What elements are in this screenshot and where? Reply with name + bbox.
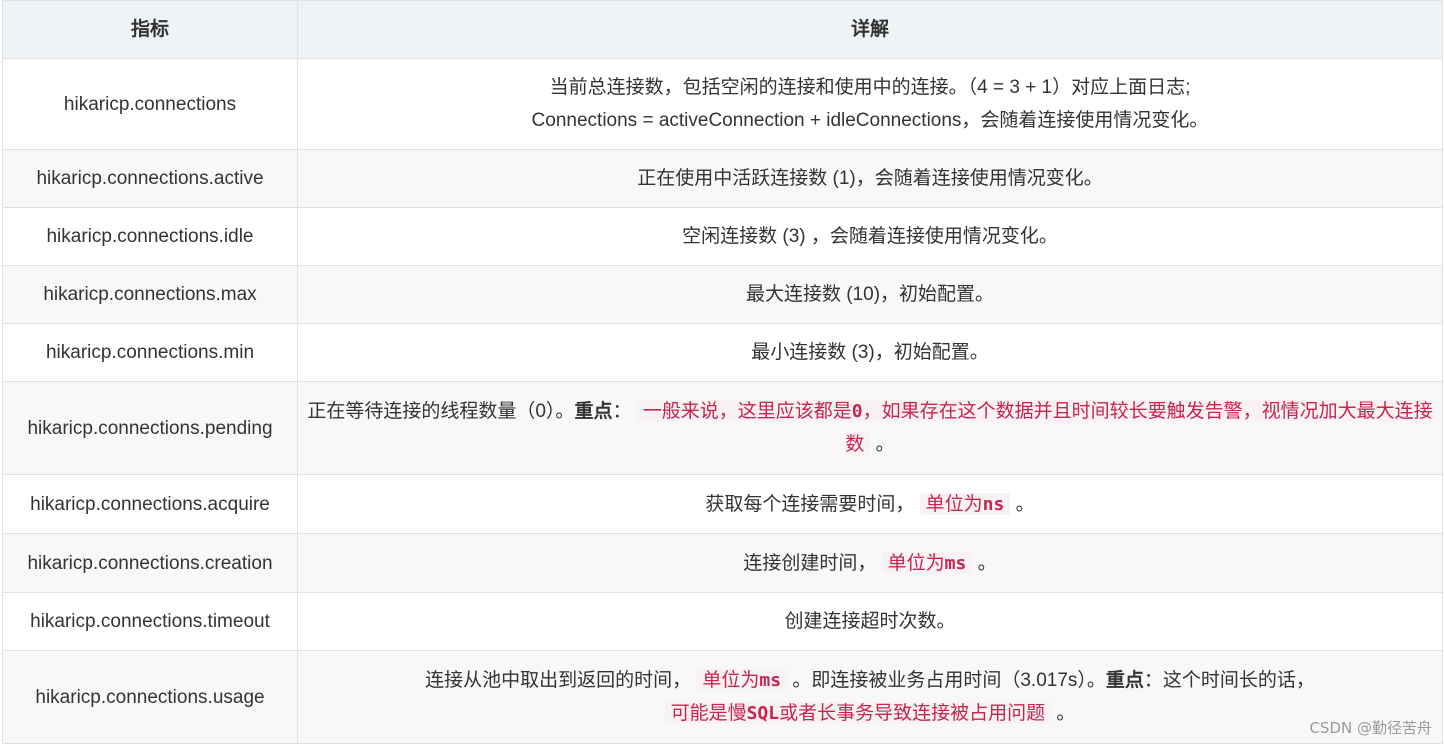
detail-text: 。 bbox=[870, 434, 895, 455]
table-row: hikaricp.connections.min 最小连接数 (3)，初始配置。 bbox=[2, 323, 1443, 382]
column-header-detail: 详解 bbox=[297, 0, 1443, 59]
metric-detail: 当前总连接数，包括空闲的连接和使用中的连接。（4 = 3 + 1）对应上面日志;… bbox=[297, 58, 1443, 150]
highlight-note: 一般来说，这里应该都是0，如果存在这个数据并且时间较长要触发告警，视情况加大最大… bbox=[636, 400, 1433, 455]
metric-detail: 正在使用中活跃连接数 (1)，会随着连接使用情况变化。 bbox=[297, 149, 1443, 208]
metric-name: hikaricp.connections.idle bbox=[2, 207, 298, 266]
detail-text: ：这个时间长的话， bbox=[1143, 670, 1315, 691]
highlight-text: 单位为 bbox=[702, 669, 760, 691]
table-row: hikaricp.connections 当前总连接数，包括空闲的连接和使用中的… bbox=[2, 58, 1443, 150]
highlight-text: ，如果存在这个数据并且时间较长要触发告警，视情况加大最大连接数 bbox=[845, 400, 1433, 455]
detail-text: 获取每个连接需要时间， bbox=[705, 493, 915, 515]
inline-code: ms bbox=[944, 552, 967, 574]
highlight-note: 单位为ns bbox=[919, 492, 1011, 515]
metric-detail: 最大连接数 (10)，初始配置。 bbox=[297, 265, 1443, 324]
detail-line: 当前总连接数，包括空闲的连接和使用中的连接。（4 = 3 + 1）对应上面日志; bbox=[549, 77, 1191, 98]
metric-name: hikaricp.connections.pending bbox=[2, 381, 298, 475]
table-row: hikaricp.connections.active 正在使用中活跃连接数 (… bbox=[2, 149, 1443, 208]
table-row: hikaricp.connections.max 最大连接数 (10)，初始配置… bbox=[2, 265, 1443, 324]
metric-name: hikaricp.connections.creation bbox=[2, 533, 298, 593]
metric-name: hikaricp.connections bbox=[2, 58, 298, 150]
highlight-text: 可能是慢 bbox=[670, 702, 747, 724]
highlight-text: 单位为 bbox=[887, 551, 945, 574]
metric-detail: 连接创建时间， 单位为ms 。 bbox=[297, 533, 1443, 593]
inline-code: ms bbox=[759, 670, 782, 691]
detail-text: 。 bbox=[1010, 493, 1035, 515]
table-row: hikaricp.connections.idle 空闲连接数 (3) ，会随着… bbox=[2, 207, 1443, 266]
table-row: hikaricp.connections.acquire 获取每个连接需要时间，… bbox=[2, 474, 1443, 534]
detail-text: 。 bbox=[1051, 703, 1076, 724]
detail-line: Connections = activeConnection + idleCon… bbox=[531, 110, 1209, 131]
csdn-watermark: CSDN @勤径苦舟 bbox=[1309, 719, 1432, 737]
detail-text: 。 bbox=[972, 552, 997, 574]
metric-detail: 正在等待连接的线程数量（0）。重点： 一般来说，这里应该都是0，如果存在这个数据… bbox=[297, 381, 1443, 475]
metric-detail: 最小连接数 (3)，初始配置。 bbox=[297, 323, 1443, 382]
highlight-text: 一般来说，这里应该都是 bbox=[642, 400, 852, 422]
emphasis-label: 重点 bbox=[1105, 670, 1144, 691]
inline-code: 0 bbox=[851, 401, 863, 422]
metric-name: hikaricp.connections.min bbox=[2, 323, 298, 382]
detail-text: ： bbox=[612, 401, 632, 422]
highlight-note: 单位为ms bbox=[696, 669, 788, 691]
detail-text: 连接从池中取出到返回的时间， bbox=[425, 670, 692, 691]
metric-detail: 获取每个连接需要时间， 单位为ns 。 bbox=[297, 474, 1443, 534]
inline-code: ns bbox=[982, 493, 1005, 515]
metric-name: hikaricp.connections.max bbox=[2, 265, 298, 324]
highlight-note: 单位为ms bbox=[881, 551, 973, 574]
highlight-text: 单位为 bbox=[925, 492, 983, 515]
metric-detail: 空闲连接数 (3) ，会随着连接使用情况变化。 bbox=[297, 207, 1443, 266]
metric-name: hikaricp.connections.acquire bbox=[2, 474, 298, 534]
column-header-metric: 指标 bbox=[2, 0, 298, 59]
inline-code: SQL bbox=[746, 703, 780, 724]
detail-line: 连接从池中取出到返回的时间， 单位为ms 。即连接被业务占用时间（3.017s）… bbox=[306, 664, 1434, 697]
table-header-row: 指标 详解 bbox=[2, 0, 1443, 59]
detail-text: 。即连接被业务占用时间（3.017s）。 bbox=[787, 670, 1106, 691]
emphasis-label: 重点 bbox=[574, 401, 613, 422]
highlight-text: 或者长事务导致连接被占用问题 bbox=[779, 702, 1046, 724]
metric-name: hikaricp.connections.active bbox=[2, 149, 298, 208]
metric-detail: 创建连接超时次数。 bbox=[297, 592, 1443, 651]
metric-name: hikaricp.connections.usage bbox=[2, 650, 298, 744]
table-row: hikaricp.connections.timeout 创建连接超时次数。 bbox=[2, 592, 1443, 651]
highlight-note: 可能是慢SQL或者长事务导致连接被占用问题 bbox=[664, 702, 1052, 724]
detail-line: 可能是慢SQL或者长事务导致连接被占用问题 。 bbox=[306, 697, 1434, 730]
metrics-table: 指标 详解 hikaricp.connections 当前总连接数，包括空闲的连… bbox=[2, 0, 1443, 744]
detail-text: 正在等待连接的线程数量（0）。 bbox=[307, 401, 575, 422]
metric-name: hikaricp.connections.timeout bbox=[2, 592, 298, 651]
metric-detail: 连接从池中取出到返回的时间， 单位为ms 。即连接被业务占用时间（3.017s）… bbox=[297, 650, 1443, 744]
table-row: hikaricp.connections.pending 正在等待连接的线程数量… bbox=[2, 381, 1443, 475]
table-row: hikaricp.connections.creation 连接创建时间， 单位… bbox=[2, 533, 1443, 593]
detail-text: 连接创建时间， bbox=[743, 552, 877, 574]
table-row: hikaricp.connections.usage 连接从池中取出到返回的时间… bbox=[2, 650, 1443, 744]
